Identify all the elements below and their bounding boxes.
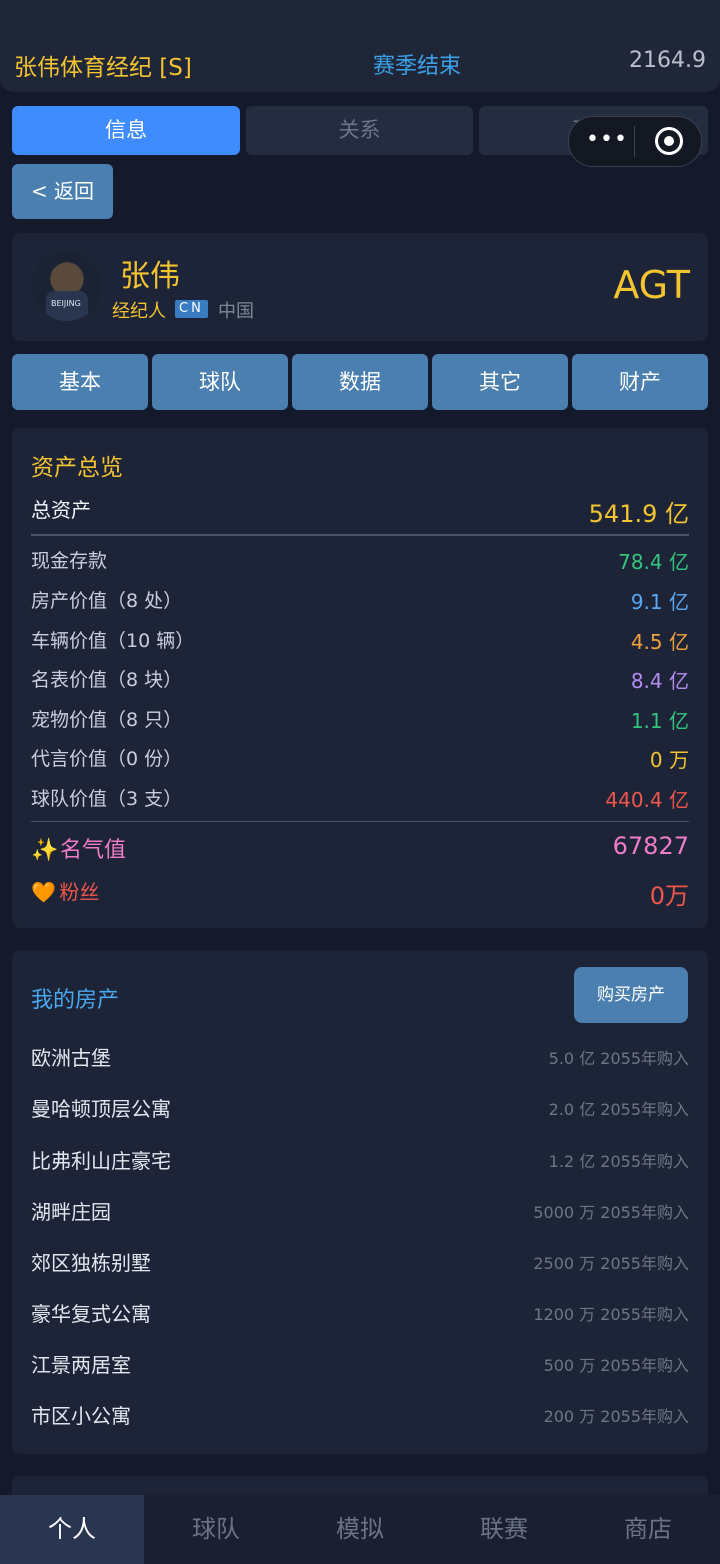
- asset-row: 车辆价值（10 辆） 4.5 亿: [31, 626, 689, 656]
- total-assets-label: 总资产: [31, 498, 91, 522]
- list-item[interactable]: 江景两居室 500 万 2055年购入: [31, 1349, 689, 1383]
- asset-value: 9.1 亿: [630, 590, 689, 614]
- list-item[interactable]: 市区小公寓 200 万 2055年购入: [31, 1400, 689, 1434]
- profile-card: BEIJING 张伟 经纪人 CN 中国 AGT: [12, 233, 708, 341]
- subtab-basic[interactable]: 基本: [12, 354, 148, 410]
- property-meta: 1.2 亿 2055年购入: [548, 1152, 689, 1171]
- fans-label: 🧡 粉丝: [31, 876, 99, 905]
- asset-label: 球队价值（3 支）: [31, 788, 183, 810]
- subtab-assets[interactable]: 财产: [572, 354, 708, 410]
- property-name: 欧洲古堡: [31, 1046, 111, 1070]
- subtab-team[interactable]: 球队: [152, 354, 288, 410]
- tab-info[interactable]: 信息: [12, 106, 240, 155]
- fans-row: 🧡 粉丝 0万: [31, 876, 689, 910]
- asset-value: 78.4 亿: [618, 550, 689, 574]
- asset-value: 4.5 亿: [630, 630, 689, 654]
- subtab-other[interactable]: 其它: [432, 354, 568, 410]
- avatar[interactable]: BEIJING: [32, 251, 102, 321]
- asset-value: 0 万: [649, 748, 689, 772]
- assets-overview-card: 资产总览 总资产 541.9 亿 现金存款 78.4 亿 房产价值（8 处） 9…: [12, 428, 708, 928]
- bottom-nav: 个人 球队 模拟 联赛 商店: [0, 1495, 720, 1564]
- fame-row: ✨ 名气值 67827: [31, 832, 689, 864]
- asset-row: 代言价值（0 份） 0 万: [31, 744, 689, 774]
- total-assets-value: 541.9 亿: [588, 500, 689, 528]
- property-meta: 500 万 2055年购入: [543, 1356, 689, 1375]
- asset-label: 代言价值（0 份）: [31, 748, 183, 770]
- app-title: 张伟体育经纪 [S]: [14, 55, 192, 81]
- fans-label-text: 粉丝: [59, 880, 100, 904]
- list-item[interactable]: 比弗利山庄豪宅 1.2 亿 2055年购入: [31, 1145, 689, 1179]
- asset-row: 现金存款 78.4 亿: [31, 546, 689, 576]
- divider: [31, 821, 689, 822]
- season-status[interactable]: 赛季结束: [373, 48, 461, 80]
- subtab-stats[interactable]: 数据: [292, 354, 428, 410]
- properties-heading: 我的房产: [31, 988, 120, 1013]
- nav-shop[interactable]: 商店: [576, 1495, 720, 1564]
- asset-value: 8.4 亿: [630, 669, 689, 693]
- nav-team[interactable]: 球队: [144, 1495, 288, 1564]
- property-meta: 2.0 亿 2055年购入: [548, 1100, 689, 1119]
- list-item[interactable]: 湖畔庄园 5000 万 2055年购入: [31, 1196, 689, 1230]
- back-button[interactable]: < 返回: [12, 164, 113, 219]
- assets-heading: 资产总览: [31, 455, 123, 481]
- divider: [31, 534, 689, 536]
- sparkle-icon: ✨: [31, 838, 59, 863]
- fans-value: 0万: [649, 882, 689, 910]
- list-item[interactable]: 欧洲古堡 5.0 亿 2055年购入: [31, 1042, 689, 1076]
- target-icon[interactable]: [655, 127, 683, 155]
- property-name: 比弗利山庄豪宅: [31, 1149, 171, 1173]
- property-meta: 1200 万 2055年购入: [533, 1305, 689, 1324]
- asset-label: 现金存款: [31, 550, 108, 572]
- profile-role: 经纪人: [112, 301, 166, 322]
- property-name: 曼哈顿顶层公寓: [31, 1097, 171, 1121]
- nav-simulate[interactable]: 模拟: [288, 1495, 432, 1564]
- ellipsis-icon[interactable]: •••: [586, 127, 628, 152]
- property-name: 市区小公寓: [31, 1404, 131, 1428]
- property-name: 豪华复式公寓: [31, 1302, 151, 1326]
- tab-relations[interactable]: 关系: [246, 106, 473, 155]
- asset-value: 440.4 亿: [605, 788, 689, 812]
- property-name: 江景两居室: [31, 1353, 131, 1377]
- capsule-divider: [634, 126, 635, 157]
- total-assets-row: 总资产 541.9 亿: [31, 494, 689, 528]
- money-display: 2164.9: [629, 48, 706, 73]
- asset-row: 房产价值（8 处） 9.1 亿: [31, 586, 689, 616]
- asset-value: 1.1 亿: [630, 709, 689, 733]
- fame-label: ✨ 名气值: [31, 832, 126, 864]
- asset-label: 车辆价值（10 辆）: [31, 630, 195, 652]
- property-name: 湖畔庄园: [31, 1200, 111, 1224]
- property-meta: 5000 万 2055年购入: [533, 1203, 689, 1222]
- flag-badge: CN: [175, 300, 208, 318]
- list-item[interactable]: 豪华复式公寓 1200 万 2055年购入: [31, 1298, 689, 1332]
- property-name: 郊区独栋别墅: [31, 1251, 151, 1275]
- fame-value: 67827: [612, 832, 689, 860]
- profile-name: 张伟: [120, 259, 180, 294]
- properties-card: 我的房产 购买房产 欧洲古堡 5.0 亿 2055年购入 曼哈顿顶层公寓 2.0…: [12, 950, 708, 1454]
- list-item[interactable]: 曼哈顿顶层公寓 2.0 亿 2055年购入: [31, 1093, 689, 1127]
- miniprogram-capsule: •••: [568, 116, 702, 167]
- nav-league[interactable]: 联赛: [432, 1495, 576, 1564]
- app-header: 张伟体育经纪 [S] 赛季结束 2164.9: [0, 0, 720, 92]
- asset-label: 宠物价值（8 只）: [31, 709, 183, 731]
- list-item[interactable]: 郊区独栋别墅 2500 万 2055年购入: [31, 1247, 689, 1281]
- asset-label: 房产价值（8 处）: [31, 590, 183, 612]
- property-meta: 200 万 2055年购入: [543, 1407, 689, 1426]
- nav-personal[interactable]: 个人: [0, 1495, 144, 1564]
- jersey-text: BEIJING: [51, 299, 81, 308]
- asset-row: 球队价值（3 支） 440.4 亿: [31, 784, 689, 814]
- property-meta: 5.0 亿 2055年购入: [548, 1049, 689, 1068]
- asset-row: 宠物价值（8 只） 1.1 亿: [31, 705, 689, 735]
- buy-property-button[interactable]: 购买房产: [574, 967, 688, 1023]
- asset-label: 名表价值（8 块）: [31, 669, 183, 691]
- asset-row: 名表价值（8 块） 8.4 亿: [31, 665, 689, 695]
- profile-tag: AGT: [613, 263, 690, 307]
- heart-icon: 🧡: [31, 880, 56, 904]
- fame-label-text: 名气值: [60, 838, 127, 863]
- profile-country: 中国: [218, 301, 254, 322]
- property-meta: 2500 万 2055年购入: [533, 1254, 689, 1273]
